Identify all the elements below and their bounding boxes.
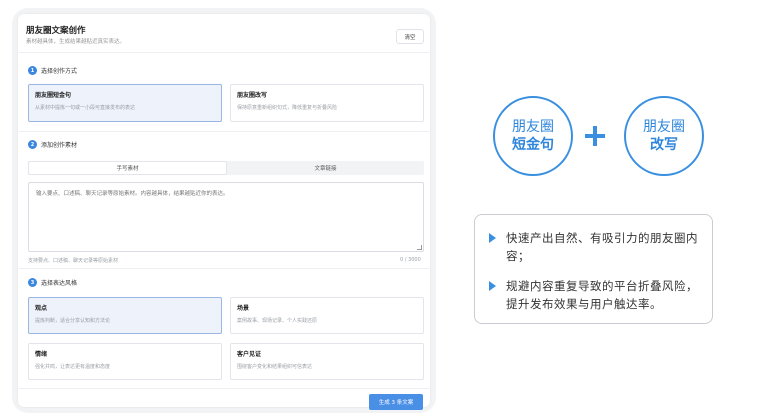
page-title: 朋友圈文案创作	[26, 26, 86, 36]
style-card-testimonial[interactable]: 客户见证 围绕客户变化和结果组织可信表达	[230, 343, 424, 380]
char-counter: 0 / 3000	[400, 257, 421, 263]
circle-line-1: 朋友圈	[643, 119, 685, 135]
benefit-item: 规避内容重复导致的平台折叠风险，提升发布效果与用户触达率。	[489, 277, 698, 313]
benefits-box: 快速产出自然、有吸引力的朋友圈内容； 规避内容重复导致的平台折叠风险，提升发布效…	[474, 214, 713, 324]
mode-card-short-quote[interactable]: 朋友圈短金句 从素材中提炼一句或一小段可直接发布的表达	[28, 84, 222, 122]
tab-handwritten[interactable]: 手写素材	[28, 161, 227, 175]
divider	[18, 131, 430, 132]
style-card-title: 场景	[237, 305, 250, 312]
editor-panel: 朋友圈文案创作 素材越具体，生成结果越贴近真实表达。 清空 1 选择创作方式 朋…	[18, 14, 430, 410]
step-1-heading: 1 选择创作方式	[28, 66, 77, 75]
generate-button[interactable]: 生成 3 条文案	[369, 394, 423, 410]
benefit-item: 快速产出自然、有吸引力的朋友圈内容；	[489, 229, 698, 265]
benefit-text: 快速产出自然、有吸引力的朋友圈内容；	[506, 231, 698, 263]
step-2-label: 添加创作素材	[41, 142, 78, 149]
material-textarea[interactable]: 输入要点、口述稿、聊天记录等原始素材。内容越具体，结果越贴近你的表达。	[28, 182, 424, 252]
mode-card-rewrite[interactable]: 朋友圈改写 保持原意重新组织句式，降低重复与折叠风险	[230, 84, 424, 122]
divider	[18, 52, 430, 53]
resize-handle-icon[interactable]	[417, 245, 422, 250]
circle-rewrite: 朋友圈 改写	[624, 96, 704, 176]
step-1-label: 选择创作方式	[41, 68, 78, 75]
mode-card-title: 朋友圈改写	[237, 92, 268, 99]
circle-line-1: 朋友圈	[512, 119, 554, 135]
step-1-number: 1	[28, 66, 37, 75]
step-3-label: 选择表达风格	[41, 280, 78, 287]
material-tabs: 手写素材 文章链接	[28, 161, 424, 175]
page-subtitle: 素材越具体，生成结果越贴近真实表达。	[26, 39, 126, 45]
material-hint: 支持要点、口述稿、聊天记录等原始素材	[28, 258, 119, 264]
benefit-text: 规避内容重复导致的平台折叠风险，提升发布效果与用户触达率。	[506, 279, 698, 311]
triangle-bullet-icon	[489, 281, 496, 291]
app-frame: 朋友圈文案创作 素材越具体，生成结果越贴近真实表达。 清空 1 选择创作方式 朋…	[12, 8, 436, 413]
circle-line-2: 短金句	[512, 137, 554, 153]
style-card-desc: 案例故事、现场记录、个人实践还原	[237, 318, 318, 324]
style-card-desc: 围绕客户变化和结果组织可信表达	[237, 364, 313, 370]
step-2-number: 2	[28, 140, 37, 149]
tab-article-link[interactable]: 文章链接	[227, 161, 424, 175]
style-card-title: 客户见证	[237, 351, 262, 358]
circle-line-2: 改写	[650, 137, 678, 153]
style-card-desc: 提炼判断，适合分享认知和方法论	[35, 318, 111, 324]
step-3-number: 3	[28, 278, 37, 287]
style-card-emotion[interactable]: 情绪 强化共鸣，让表达更有温度和态度	[28, 343, 222, 380]
style-card-title: 情绪	[35, 351, 48, 358]
clear-button[interactable]: 清空	[396, 29, 424, 44]
triangle-bullet-icon	[489, 233, 496, 243]
circle-short-quote: 朋友圈 短金句	[493, 96, 573, 176]
divider	[18, 388, 430, 389]
style-card-desc: 强化共鸣，让表达更有温度和态度	[35, 364, 111, 370]
mode-card-desc: 保持原意重新组织句式，降低重复与折叠风险	[237, 105, 338, 111]
plus-icon	[593, 126, 597, 146]
step-2-heading: 2 添加创作素材	[28, 140, 77, 149]
step-3-heading: 3 选择表达风格	[28, 278, 77, 287]
mode-card-desc: 从素材中提炼一句或一小段可直接发布的表达	[35, 105, 136, 111]
textarea-placeholder: 输入要点、口述稿、聊天记录等原始素材。内容越具体，结果越贴近你的表达。	[36, 191, 229, 197]
style-card-viewpoint[interactable]: 观点 提炼判断，适合分享认知和方法论	[28, 297, 222, 334]
style-card-title: 观点	[35, 305, 48, 312]
mode-card-title: 朋友圈短金句	[35, 92, 72, 99]
divider	[18, 268, 430, 269]
style-card-scene[interactable]: 场景 案例故事、现场记录、个人实践还原	[230, 297, 424, 334]
